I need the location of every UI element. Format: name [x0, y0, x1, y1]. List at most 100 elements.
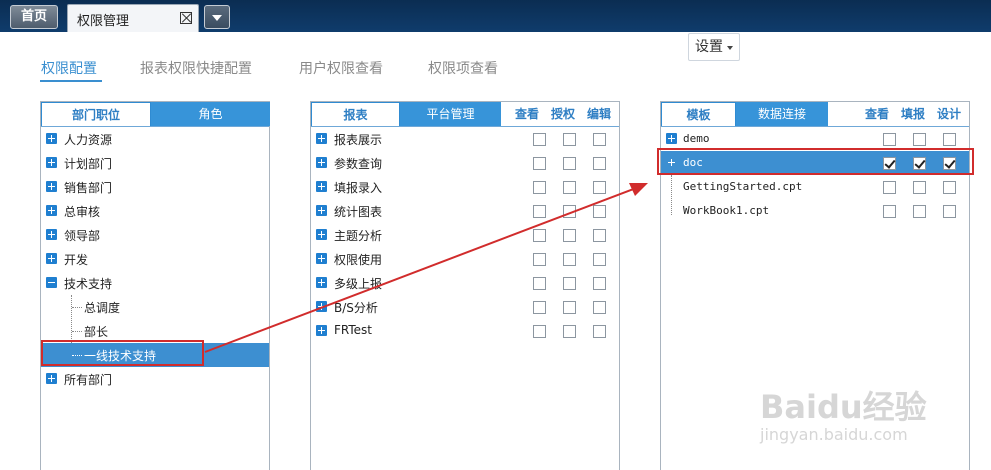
report-label: 多级上报 — [334, 277, 383, 291]
tree-item[interactable]: 总调度 — [41, 295, 269, 319]
view-checkbox[interactable] — [883, 205, 896, 218]
edit-checkbox[interactable] — [593, 205, 606, 218]
expand-icon[interactable] — [316, 205, 327, 216]
expand-icon[interactable] — [316, 157, 327, 168]
tab-role[interactable]: 角色 — [151, 102, 270, 126]
edit-checkbox[interactable] — [593, 301, 606, 314]
tab-user-permission-view[interactable]: 用户权限查看 — [299, 58, 383, 78]
tab-permission-item-view[interactable]: 权限项查看 — [428, 58, 498, 78]
tree-item[interactable]: 总审核 — [41, 199, 269, 223]
authorize-checkbox[interactable] — [563, 133, 576, 146]
close-icon[interactable] — [180, 12, 192, 24]
expand-icon[interactable] — [46, 133, 57, 144]
authorize-checkbox[interactable] — [563, 253, 576, 266]
template-row[interactable]: GettingStarted.cpt — [661, 175, 969, 199]
expand-icon[interactable] — [316, 181, 327, 192]
tree-item[interactable]: 销售部门 — [41, 175, 269, 199]
tree-item[interactable]: 技术支持 — [41, 271, 269, 295]
view-checkbox[interactable] — [883, 133, 896, 146]
tab-data-connection[interactable]: 数据连接 — [736, 102, 828, 126]
expand-icon[interactable] — [666, 133, 677, 144]
tab-label: 权限管理 — [77, 14, 130, 29]
tab-dept-position[interactable]: 部门职位 — [41, 102, 151, 126]
view-checkbox[interactable] — [533, 277, 546, 290]
tree-item[interactable]: 计划部门 — [41, 151, 269, 175]
expand-icon[interactable] — [316, 133, 327, 144]
edit-checkbox[interactable] — [593, 181, 606, 194]
fill-checkbox[interactable] — [913, 181, 926, 194]
report-row[interactable]: FRTest — [311, 319, 619, 343]
view-checkbox[interactable] — [533, 205, 546, 218]
view-checkbox[interactable] — [533, 181, 546, 194]
authorize-checkbox[interactable] — [563, 181, 576, 194]
design-checkbox[interactable] — [943, 181, 956, 194]
fill-checkbox[interactable] — [913, 205, 926, 218]
active-tab-underline — [40, 80, 102, 82]
expand-icon[interactable] — [46, 373, 57, 384]
report-label: 参数查询 — [334, 157, 383, 171]
design-checkbox[interactable] — [943, 133, 956, 146]
report-row[interactable]: B/S分析 — [311, 295, 619, 319]
fill-checkbox[interactable] — [913, 133, 926, 146]
view-checkbox[interactable] — [533, 157, 546, 170]
report-row[interactable]: 多级上报 — [311, 271, 619, 295]
tree-item[interactable]: 领导部 — [41, 223, 269, 247]
expand-icon[interactable] — [316, 253, 327, 264]
authorize-checkbox[interactable] — [563, 325, 576, 338]
report-row[interactable]: 填报录入 — [311, 175, 619, 199]
edit-checkbox[interactable] — [593, 253, 606, 266]
view-checkbox[interactable] — [883, 181, 896, 194]
tree-item-label: 总调度 — [84, 301, 121, 315]
report-row[interactable]: 权限使用 — [311, 247, 619, 271]
report-row[interactable]: 参数查询 — [311, 151, 619, 175]
edit-checkbox[interactable] — [593, 277, 606, 290]
tab-menu-button[interactable] — [204, 5, 230, 29]
authorize-checkbox[interactable] — [563, 229, 576, 242]
edit-checkbox[interactable] — [593, 133, 606, 146]
expand-icon[interactable] — [316, 229, 327, 240]
template-row[interactable]: WorkBook1.cpt — [661, 199, 969, 223]
edit-checkbox[interactable] — [593, 157, 606, 170]
collapse-icon[interactable] — [46, 277, 57, 288]
tree-item[interactable]: 人力资源 — [41, 127, 269, 151]
tree-item[interactable]: 开发 — [41, 247, 269, 271]
template-label: demo — [683, 132, 710, 145]
report-row[interactable]: 报表展示 — [311, 127, 619, 151]
expand-icon[interactable] — [316, 325, 327, 336]
edit-checkbox[interactable] — [593, 229, 606, 242]
expand-icon[interactable] — [46, 253, 57, 264]
edit-checkbox[interactable] — [593, 325, 606, 338]
authorize-checkbox[interactable] — [563, 277, 576, 290]
report-panel: 报表 平台管理 查看 授权 编辑 报表展示 参数查询 填报录入 统计图表 主题分… — [310, 101, 620, 470]
tab-platform-management[interactable]: 平台管理 — [400, 102, 501, 126]
view-checkbox[interactable] — [533, 133, 546, 146]
expand-icon[interactable] — [316, 277, 327, 288]
expand-icon[interactable] — [46, 181, 57, 192]
expand-icon[interactable] — [46, 205, 57, 216]
report-row[interactable]: 统计图表 — [311, 199, 619, 223]
view-checkbox[interactable] — [533, 301, 546, 314]
design-checkbox[interactable] — [943, 205, 956, 218]
watermark-logo: Baidu经验 — [760, 388, 927, 426]
settings-dropdown[interactable]: 设置 — [688, 33, 740, 61]
expand-icon[interactable] — [46, 229, 57, 240]
tree-item[interactable]: 所有部门 — [41, 367, 269, 391]
tab-permission-management[interactable]: 权限管理 — [67, 4, 199, 32]
authorize-checkbox[interactable] — [563, 301, 576, 314]
tab-template[interactable]: 模板 — [661, 102, 736, 126]
view-checkbox[interactable] — [533, 325, 546, 338]
expand-icon[interactable] — [316, 301, 327, 312]
tab-report-quick-config[interactable]: 报表权限快捷配置 — [140, 58, 252, 78]
home-button[interactable]: 首页 — [10, 5, 58, 29]
report-label: 主题分析 — [334, 229, 383, 243]
authorize-checkbox[interactable] — [563, 205, 576, 218]
expand-icon[interactable] — [46, 157, 57, 168]
authorize-checkbox[interactable] — [563, 157, 576, 170]
report-row[interactable]: 主题分析 — [311, 223, 619, 247]
tab-report[interactable]: 报表 — [311, 102, 400, 126]
column-design: 设计 — [937, 107, 962, 121]
view-checkbox[interactable] — [533, 229, 546, 242]
view-checkbox[interactable] — [533, 253, 546, 266]
tab-permission-config[interactable]: 权限配置 — [41, 58, 97, 78]
report-label: 报表展示 — [334, 133, 383, 147]
